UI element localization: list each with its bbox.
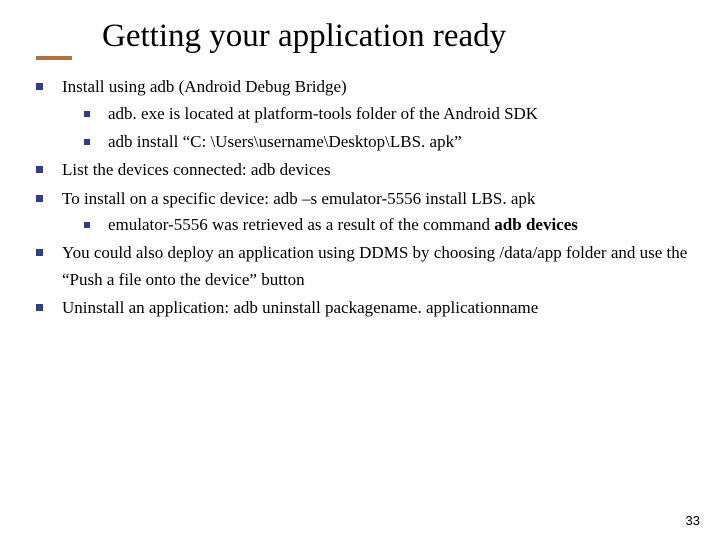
sub-list: emulator-5556 was retrieved as a result … <box>62 212 690 238</box>
bullet-text: Uninstall an application: adb uninstall … <box>62 298 538 317</box>
bullet-text: emulator-5556 was retrieved as a result … <box>108 215 494 234</box>
bullet-text: adb. exe is located at platform-tools fo… <box>108 104 538 123</box>
title-area: Getting your application ready <box>0 0 720 54</box>
accent-bar <box>36 56 72 60</box>
bullet-text: List the devices connected: adb devices <box>62 160 331 179</box>
list-item: adb. exe is located at platform-tools fo… <box>84 101 690 127</box>
sub-list: adb. exe is located at platform-tools fo… <box>62 101 690 156</box>
list-item: To install on a specific device: adb –s … <box>36 186 690 239</box>
bullet-text: adb install “C: \Users\username\Desktop\… <box>108 132 462 151</box>
bullet-list: Install using adb (Android Debug Bridge)… <box>36 74 690 321</box>
slide-title: Getting your application ready <box>102 18 720 54</box>
bullet-text: Install using adb (Android Debug Bridge) <box>62 77 347 96</box>
slide-body: Install using adb (Android Debug Bridge)… <box>0 74 720 321</box>
bullet-text: To install on a specific device: adb –s … <box>62 189 535 208</box>
list-item: Install using adb (Android Debug Bridge)… <box>36 74 690 155</box>
list-item: You could also deploy an application usi… <box>36 240 690 293</box>
page-number: 33 <box>686 513 700 528</box>
list-item: Uninstall an application: adb uninstall … <box>36 295 690 321</box>
list-item: List the devices connected: adb devices <box>36 157 690 183</box>
bullet-text: You could also deploy an application usi… <box>62 243 687 288</box>
list-item: emulator-5556 was retrieved as a result … <box>84 212 690 238</box>
bold-inline: adb devices <box>494 215 578 234</box>
list-item: adb install “C: \Users\username\Desktop\… <box>84 129 690 155</box>
